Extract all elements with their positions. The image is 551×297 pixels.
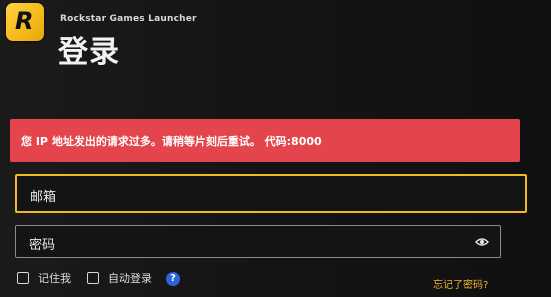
remember-me-checkbox[interactable] (17, 272, 29, 284)
email-field[interactable]: 邮箱 (15, 174, 527, 213)
auto-login-checkbox[interactable] (87, 272, 99, 284)
error-banner: 您 IP 地址发出的请求过多。请稍等片刻后重试。 代码:8000 (10, 119, 520, 162)
error-message: 您 IP 地址发出的请求过多。请稍等片刻后重试。 代码:8000 (21, 135, 322, 148)
password-label: 密码 (29, 238, 56, 253)
forgot-password-link[interactable]: 忘记了密码? (433, 276, 488, 291)
logo-letter: R (15, 7, 34, 35)
eye-icon[interactable] (475, 237, 489, 247)
remember-me-label[interactable]: 记住我 (38, 270, 71, 286)
remember-me-option[interactable]: 记住我 (17, 270, 71, 286)
password-field[interactable]: 密码 (15, 225, 501, 258)
auto-login-option[interactable]: 自动登录 (87, 270, 152, 286)
page-title: 登录 (58, 35, 120, 70)
help-icon[interactable]: ? (166, 272, 180, 286)
auto-login-label[interactable]: 自动登录 (108, 270, 152, 286)
app-name: Rockstar Games Launcher (60, 14, 197, 24)
email-label: 邮箱 (30, 190, 57, 205)
rockstar-logo-icon: R (6, 3, 44, 41)
